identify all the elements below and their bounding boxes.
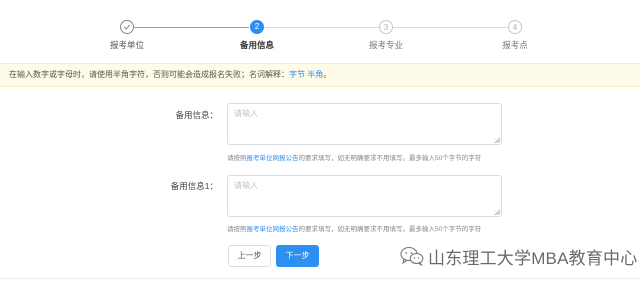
backup-info-1-placeholder: 请输入 (234, 181, 258, 190)
field-1-announcement-link[interactable]: 报考单位网报公告 (247, 155, 299, 162)
notice-link-byte[interactable]: 字节 (289, 70, 305, 79)
field-2-announcement-link[interactable]: 报考单位网报公告 (247, 226, 299, 233)
step-1-label: 报考单位 (109, 40, 144, 50)
step-3-label: 报考专业 (368, 40, 403, 50)
notice-link-halfwidth[interactable]: 半角 (307, 70, 323, 79)
backup-info-1-textarea[interactable]: 请输入 (227, 175, 502, 217)
resize-grip-icon[interactable] (494, 209, 500, 215)
resize-grip-icon[interactable] (494, 137, 500, 143)
watermark: 山东理工大学MBA教育中心 (400, 244, 637, 268)
step-2-label: 备用信息 (239, 40, 274, 50)
next-step-button[interactable]: 下一步 (276, 245, 319, 267)
field-1-hint: 请按照报考单位网报公告的要求填写，如无明确要求不用填写。最多输入50个字节的字符 (227, 155, 482, 162)
notice-banner: 在输入数字或字母时，请使用半角字符，否则可能会造成报名失败；名词解释：字节 半角… (0, 63, 640, 87)
notice-text: 在输入数字或字母时，请使用半角字符，否则可能会造成报名失败；名词解释： (9, 70, 289, 79)
step-4-number: 4 (508, 20, 522, 34)
wechat-icon (400, 246, 424, 266)
backup-info-placeholder: 请输入 (234, 109, 258, 118)
watermark-text: 山东理工大学MBA教育中心 (428, 248, 638, 268)
step-4: 4 报考点 (475, 20, 555, 51)
backup-info-textarea[interactable]: 请输入 (227, 103, 502, 145)
previous-step-button[interactable]: 上一步 (228, 245, 271, 267)
step-3-number: 3 (379, 20, 393, 34)
field-2-label: 备用信息1： (170, 181, 218, 191)
field-1-label: 备用信息： (175, 110, 218, 120)
bottom-divider (0, 278, 640, 279)
step-2-number: 2 (250, 20, 264, 34)
step-4-label: 报考点 (502, 40, 528, 50)
notice-end: 。 (323, 70, 332, 79)
step-2: 2 备用信息 (217, 20, 297, 51)
step-1: 报考单位 (87, 20, 167, 51)
progress-stepper: 报考单位 2 备用信息 3 报考专业 4 报考点 (0, 0, 640, 58)
check-icon (120, 20, 134, 34)
field-2-hint: 请按照报考单位网报公告的要求填写，如无明确要求不用填写。最多输入50个字节的字符 (227, 226, 482, 233)
step-3: 3 报考专业 (346, 20, 426, 51)
